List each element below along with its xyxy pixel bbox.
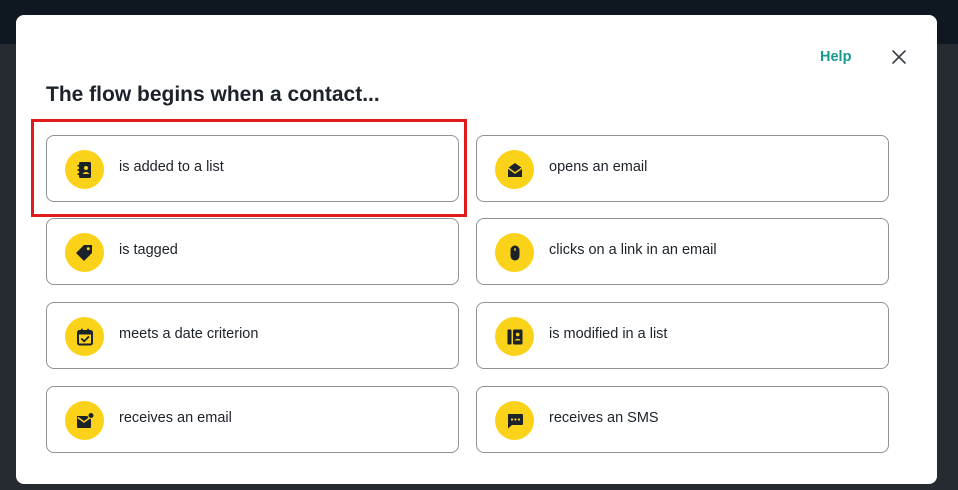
option-clicks-link[interactable]: clicks on a link in an email: [476, 218, 889, 285]
modal-title: The flow begins when a contact...: [46, 83, 380, 106]
chat-bubble-icon: [495, 401, 534, 440]
option-opens-email[interactable]: opens an email: [476, 135, 889, 202]
option-label: clicks on a link in an email: [549, 242, 717, 258]
option-added-to-list[interactable]: is added to a list: [46, 135, 459, 202]
tag-icon: [65, 233, 104, 272]
open-envelope-icon: [495, 150, 534, 189]
option-modified-in-list[interactable]: is modified in a list: [476, 302, 889, 369]
calendar-check-icon: [65, 317, 104, 356]
option-label: is tagged: [119, 242, 178, 258]
option-label: receives an SMS: [549, 410, 659, 426]
option-is-tagged[interactable]: is tagged: [46, 218, 459, 285]
option-label: receives an email: [119, 410, 232, 426]
option-label: is modified in a list: [549, 326, 668, 342]
contacts-book-icon: [65, 150, 104, 189]
trigger-selection-modal: Help The flow begins when a contact... i…: [16, 15, 937, 484]
option-label: opens an email: [549, 159, 648, 175]
mouse-icon: [495, 233, 534, 272]
contact-card-edit-icon: [495, 317, 534, 356]
option-receives-email[interactable]: receives an email: [46, 386, 459, 453]
close-icon[interactable]: [890, 48, 908, 66]
option-receives-sms[interactable]: receives an SMS: [476, 386, 889, 453]
option-date-criterion[interactable]: meets a date criterion: [46, 302, 459, 369]
option-label: meets a date criterion: [119, 326, 259, 342]
help-link[interactable]: Help: [820, 49, 851, 65]
mail-notification-icon: [65, 401, 104, 440]
option-label: is added to a list: [119, 159, 224, 175]
